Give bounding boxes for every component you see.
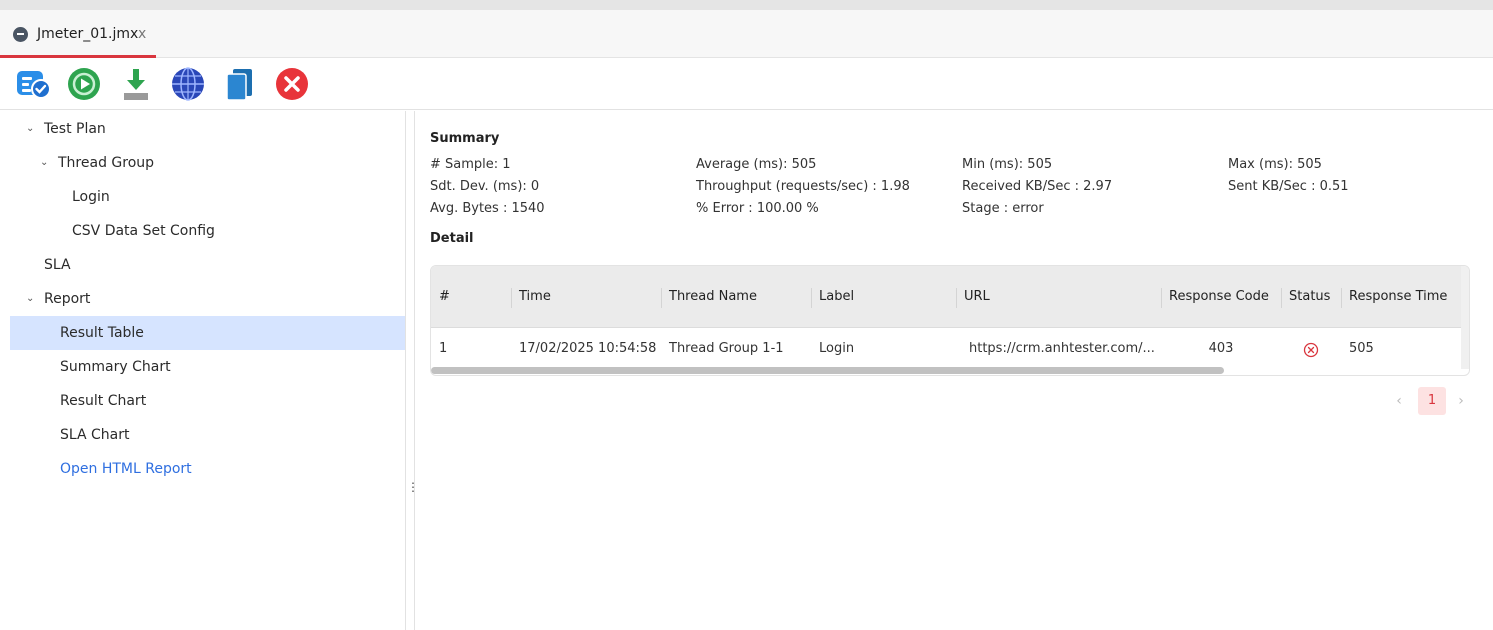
cell-url: https://crm.anhtester.com/... [969, 341, 1155, 356]
tree-item-thread-group[interactable]: ⌄ Thread Group [10, 146, 405, 180]
stat-sample: # Sample: 1 [430, 157, 511, 172]
column-header-status[interactable]: Status [1281, 266, 1341, 328]
chevron-down-icon[interactable]: ⌄ [40, 146, 48, 180]
detail-table: # Time Thread Name Label URL Response Co… [430, 265, 1470, 376]
summary-title: Summary [430, 131, 500, 146]
tree-item-label: Report [44, 291, 91, 307]
tree-item-login[interactable]: Login [10, 180, 405, 214]
tree-item-label: Open HTML Report [60, 461, 192, 477]
cell-time: 17/02/2025 10:54:58 [519, 341, 657, 356]
copy-icon[interactable] [223, 67, 257, 101]
tree-item-sla[interactable]: SLA [10, 248, 405, 282]
tree-item-label: Test Plan [44, 121, 106, 137]
table-row[interactable]: 1 17/02/2025 10:54:58 Thread Group 1-1 L… [431, 328, 1461, 369]
tree-item-csv-data-set-config[interactable]: CSV Data Set Config [10, 214, 405, 248]
tree-item-sla-chart[interactable]: SLA Chart [10, 418, 405, 452]
column-header-time[interactable]: Time [511, 266, 661, 328]
download-icon[interactable] [119, 67, 153, 101]
tab-close-icon[interactable]: x [138, 27, 146, 41]
stat-stage: Stage : error [962, 201, 1044, 216]
stat-min: Min (ms): 505 [962, 157, 1053, 172]
result-table-panel: Summary # Sample: 1 Average (ms): 505 Mi… [430, 111, 1480, 630]
edit-check-icon[interactable] [16, 67, 50, 101]
tree-item-summary-chart[interactable]: Summary Chart [10, 350, 405, 384]
stat-error: % Error : 100.00 % [696, 201, 819, 216]
cell-thread-name: Thread Group 1-1 [669, 341, 784, 356]
error-circle-icon [1303, 342, 1319, 358]
stat-max: Max (ms): 505 [1228, 157, 1322, 172]
stat-sent: Sent KB/Sec : 0.51 [1228, 179, 1349, 194]
cell-status [1281, 328, 1341, 369]
tab-title: Jmeter_01.jmx [37, 26, 139, 42]
sidebar-tree: ⌄ Test Plan ⌄ Thread Group Login CSV Dat… [0, 111, 406, 630]
tree-item-result-chart[interactable]: Result Chart [10, 384, 405, 418]
stat-average: Average (ms): 505 [696, 157, 817, 172]
vertical-scrollbar[interactable] [1461, 266, 1469, 369]
jmeter-file-icon [13, 27, 28, 42]
tree-item-label: CSV Data Set Config [72, 223, 215, 239]
toolbar [0, 58, 1493, 110]
pagination-next-icon[interactable]: › [1448, 387, 1474, 415]
tree-item-label: SLA Chart [60, 427, 130, 443]
cell-response-code: 403 [1208, 341, 1234, 356]
column-header-url[interactable]: URL [956, 266, 1161, 328]
column-header-label[interactable]: Label [811, 266, 956, 328]
table-header: # Time Thread Name Label URL Response Co… [431, 266, 1462, 328]
stat-received: Received KB/Sec : 2.97 [962, 179, 1113, 194]
tree-item-label: Thread Group [58, 155, 155, 171]
stop-icon[interactable] [275, 67, 309, 101]
stat-avg-bytes: Avg. Bytes : 1540 [430, 201, 545, 216]
tree-item-label: Result Table [60, 325, 144, 341]
cell-number: 1 [439, 341, 448, 356]
open-html-report-link[interactable]: Open HTML Report [10, 452, 405, 486]
chevron-down-icon[interactable]: ⌄ [26, 282, 34, 316]
globe-icon[interactable] [171, 67, 205, 101]
panel-resize-handle[interactable]: ⋮ [407, 480, 419, 494]
cell-label: Login [819, 341, 855, 356]
tab-jmeter-file[interactable]: Jmeter_01.jmx x [0, 10, 156, 58]
tree-item-label: Result Chart [60, 393, 147, 409]
tree-item-label: SLA [44, 257, 71, 273]
tree-item-test-plan[interactable]: ⌄ Test Plan [10, 112, 405, 146]
column-header-number[interactable]: # [431, 266, 511, 328]
tree-item-label: Summary Chart [60, 359, 171, 375]
cell-response-time: 505 [1349, 341, 1374, 356]
column-header-response-time[interactable]: Response Time [1341, 266, 1461, 328]
panel-divider [414, 111, 415, 630]
run-icon[interactable] [67, 67, 101, 101]
tree-item-result-table[interactable]: Result Table [10, 316, 405, 350]
window-top-strip [0, 0, 1493, 10]
tree-item-label: Login [72, 189, 110, 205]
stat-throughput: Throughput (requests/sec) : 1.98 [696, 179, 910, 194]
tree-item-report[interactable]: ⌄ Report [10, 282, 405, 316]
tab-bar: Jmeter_01.jmx x [0, 10, 1493, 58]
detail-title: Detail [430, 231, 474, 246]
horizontal-scrollbar-thumb[interactable] [431, 367, 1224, 374]
stat-stddev: Sdt. Dev. (ms): 0 [430, 179, 540, 194]
column-header-thread-name[interactable]: Thread Name [661, 266, 811, 328]
column-header-response-code[interactable]: Response Code [1161, 266, 1281, 328]
pagination-prev-icon[interactable]: ‹ [1386, 387, 1412, 415]
chevron-down-icon[interactable]: ⌄ [26, 112, 34, 146]
pagination-page-current[interactable]: 1 [1418, 387, 1446, 415]
